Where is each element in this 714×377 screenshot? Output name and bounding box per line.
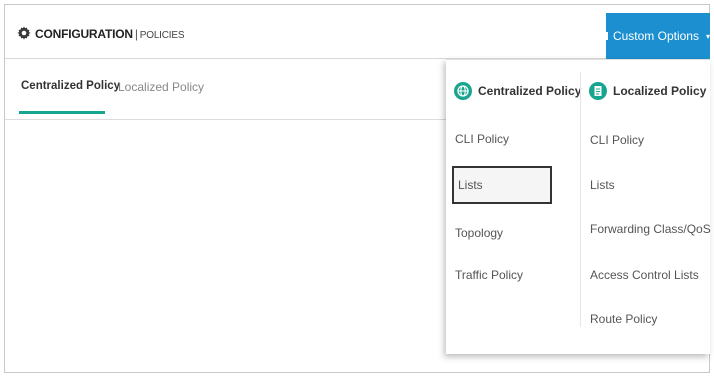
page-title-main: CONFIGURATION [35, 27, 133, 41]
active-tab-indicator [19, 111, 105, 114]
centralized-policy-column: Centralized Policy CLI Policy Lists Topo… [446, 60, 581, 354]
menu-item-localized-cli-policy[interactable]: CLI Policy [590, 133, 644, 147]
menu-item-localized-lists[interactable]: Lists [590, 178, 615, 192]
menu-item-centralized-lists[interactable]: Lists [452, 166, 552, 204]
menu-item-access-control-lists[interactable]: Access Control Lists [590, 268, 699, 282]
menu-item-forwarding-class-qos[interactable]: Forwarding Class/QoS [590, 222, 711, 236]
square-icon [606, 32, 608, 40]
top-header: CONFIGURATION | POLICIES Custom Options ▾ [5, 5, 710, 59]
menu-item-centralized-cli-policy[interactable]: CLI Policy [455, 132, 509, 146]
title-separator: | [134, 27, 138, 41]
chevron-down-icon: ▾ [705, 31, 710, 41]
page-subtitle: POLICIES [139, 30, 185, 41]
tab-centralized-policy[interactable]: Centralized Policy [21, 80, 120, 92]
centralized-policy-heading-label: Centralized Policy [478, 84, 582, 98]
menu-item-route-policy[interactable]: Route Policy [590, 312, 657, 326]
custom-options-dropdown: Centralized Policy CLI Policy Lists Topo… [446, 59, 711, 354]
custom-options-button[interactable]: Custom Options ▾ [606, 13, 710, 59]
menu-item-centralized-topology[interactable]: Topology [455, 226, 503, 240]
tab-localized-policy[interactable]: Localized Policy [118, 80, 204, 94]
app-frame: CONFIGURATION | POLICIES Custom Options ▾ … [4, 4, 711, 373]
localized-policy-column: Localized Policy CLI Policy Lists Forwar… [580, 72, 711, 327]
gear-icon [17, 26, 31, 40]
globe-icon [454, 82, 472, 100]
menu-item-centralized-traffic-policy[interactable]: Traffic Policy [455, 268, 523, 282]
page-title: CONFIGURATION | POLICIES [35, 27, 184, 41]
localized-policy-heading: Localized Policy [589, 80, 706, 102]
custom-options-label: Custom Options [612, 29, 699, 43]
localized-policy-heading-label: Localized Policy [613, 84, 707, 98]
centralized-policy-heading: Centralized Policy [454, 80, 581, 102]
document-icon [589, 82, 607, 100]
